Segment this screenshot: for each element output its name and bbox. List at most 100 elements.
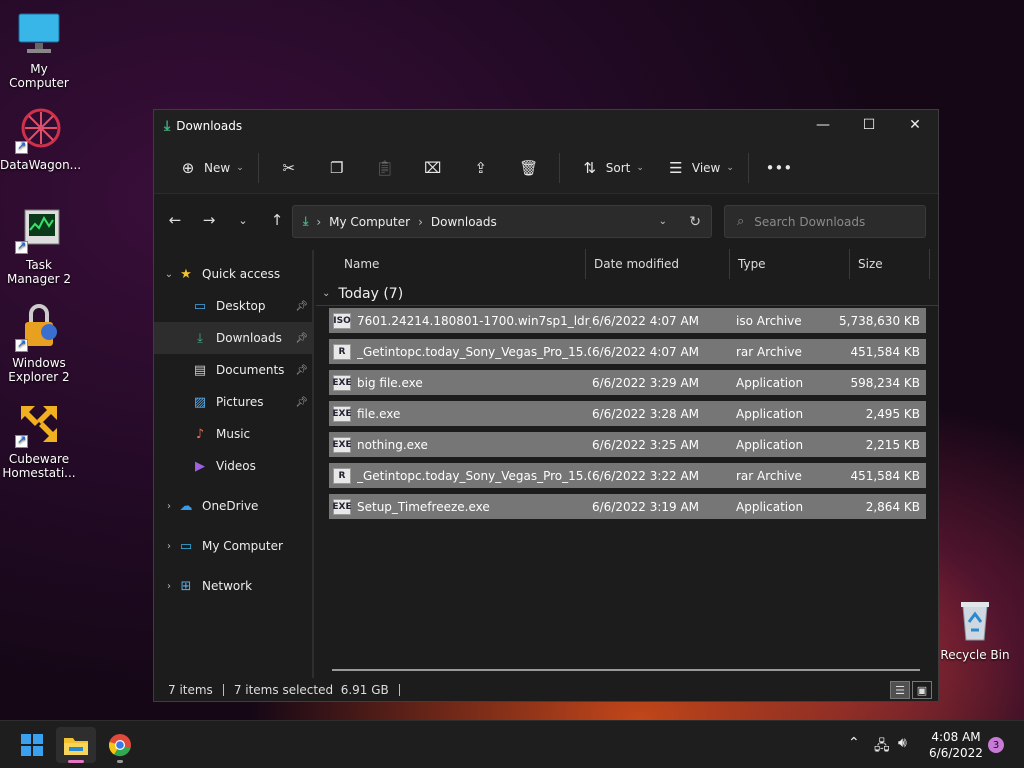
sort-button[interactable]: ⇅ Sort ⌄: [566, 151, 652, 185]
chevron-right-icon[interactable]: ›: [162, 541, 176, 552]
rename-button[interactable]: ⌧: [409, 151, 457, 185]
rename-icon: ⌧: [424, 158, 442, 177]
details-view-icon[interactable]: ☰: [890, 681, 910, 699]
navigation-pane: ⌄ ★ Quick access ▭ Desktop 📌︎ ⤓ Download…: [154, 258, 314, 678]
sidebar-item-videos[interactable]: ▶ Videos: [154, 450, 314, 482]
share-button[interactable]: ⇪: [457, 151, 505, 185]
view-button[interactable]: ☰ View ⌄: [652, 151, 742, 185]
sidebar-item-network[interactable]: › ⊞ Network: [154, 570, 314, 602]
file-name: _Getintopc.today_Sony_Vegas_Pro_15.0.0 .…: [357, 344, 591, 359]
file-row[interactable]: ISO 7601.24214.180801-1700.win7sp1_ldr_e…: [329, 308, 926, 333]
separator: [222, 684, 224, 696]
pin-icon[interactable]: 📌︎: [295, 333, 308, 344]
pin-icon[interactable]: 📌︎: [295, 397, 308, 408]
volume-icon[interactable]: 🔊︎: [898, 735, 907, 751]
sidebar-item-music[interactable]: ♪ Music: [154, 418, 314, 450]
file-row[interactable]: R _Getintopc.today_Sony_Vegas_Pro_15.0.0…: [329, 339, 926, 364]
shortcut-arrow-icon: [15, 433, 28, 448]
more-options-button[interactable]: •••: [755, 151, 803, 185]
sidebar-item-documents[interactable]: ▤ Documents 📌︎: [154, 354, 314, 386]
sidebar-item-onedrive[interactable]: › ☁ OneDrive: [154, 490, 314, 522]
selection-info: 7 items selected 6.91 GB: [233, 683, 389, 697]
file-row[interactable]: EXE big file.exe 6/6/2022 3:29 AM Applic…: [329, 370, 926, 395]
share-icon: ⇪: [474, 158, 488, 177]
start-button[interactable]: [12, 727, 52, 763]
taskbar-file-explorer[interactable]: [56, 727, 96, 763]
taskbar-chrome[interactable]: [100, 727, 140, 763]
cut-button[interactable]: ✂: [265, 151, 313, 185]
chevron-up-icon[interactable]: ⌃: [848, 735, 860, 751]
back-arrow-icon[interactable]: ←: [158, 211, 192, 229]
pin-icon[interactable]: 📌︎: [295, 301, 308, 312]
download-icon: ⤓: [303, 214, 309, 228]
sidebar-item-label: Videos: [216, 459, 256, 473]
network-tray-icon[interactable]: 🖧︎: [874, 735, 890, 759]
sort-icon: ⇅: [583, 158, 597, 177]
up-arrow-icon[interactable]: ↑: [260, 211, 294, 229]
clock[interactable]: 4:08 AM 6/6/2022: [924, 729, 988, 761]
view-list-icon: ☰: [669, 158, 683, 177]
tiles-view-icon[interactable]: ▣: [912, 681, 932, 699]
column-header-name[interactable]: Name: [316, 249, 586, 279]
desktop-icon-task-manager[interactable]: Task Manager 2: [0, 206, 78, 286]
breadcrumb-downloads[interactable]: Downloads: [431, 215, 497, 229]
sort-label: Sort: [605, 160, 631, 175]
chevron-down-icon[interactable]: ⌄: [659, 216, 667, 227]
pin-icon[interactable]: 📌︎: [295, 365, 308, 376]
chevron-down-icon[interactable]: ⌄: [322, 288, 330, 299]
file-row[interactable]: R _Getintopc.today_Sony_Vegas_Pro_15.0.0…: [329, 463, 926, 488]
minimize-button[interactable]: —: [800, 110, 846, 140]
sidebar-item-desktop[interactable]: ▭ Desktop 📌︎: [154, 290, 314, 322]
file-type: Application: [736, 375, 804, 390]
file-row[interactable]: EXE Setup_Timefreeze.exe 6/6/2022 3:19 A…: [329, 494, 926, 519]
delete-button[interactable]: 🗑︎: [505, 151, 553, 185]
computer-icon: ▭: [179, 538, 193, 554]
file-name: file.exe: [357, 406, 401, 421]
maximize-button[interactable]: ☐: [846, 110, 892, 140]
file-row[interactable]: EXE file.exe 6/6/2022 3:28 AM Applicatio…: [329, 401, 926, 426]
copy-button[interactable]: ❐: [313, 151, 361, 185]
column-header-date[interactable]: Date modified: [586, 249, 730, 279]
music-icon: ♪: [195, 426, 205, 442]
chevron-right-icon[interactable]: ›: [162, 501, 176, 512]
new-button[interactable]: ⊕ New ⌄: [164, 151, 252, 185]
file-type: rar Archive: [736, 468, 802, 483]
file-date: 6/6/2022 3:22 AM: [592, 468, 700, 483]
forward-arrow-icon[interactable]: →: [192, 211, 226, 229]
desktop-icon-datawagon[interactable]: DataWagon...: [0, 106, 82, 172]
file-list: ISO 7601.24214.180801-1700.win7sp1_ldr_e…: [329, 308, 926, 525]
column-header-size[interactable]: Size: [850, 249, 930, 279]
recent-chevron-icon[interactable]: ⌄: [226, 214, 260, 227]
task-manager-icon: [15, 206, 63, 254]
desktop-icon-my-computer[interactable]: My Computer: [0, 10, 78, 90]
title-bar[interactable]: ⤓ Downloads — ☐ ✕: [154, 110, 938, 142]
sidebar-item-downloads[interactable]: ⤓ Downloads 📌︎: [154, 322, 314, 354]
desktop-icon-windows-explorer-2[interactable]: Windows Explorer 2: [0, 304, 78, 384]
desktop-icon-label: Windows Explorer 2: [8, 356, 70, 384]
notification-badge[interactable]: 3: [988, 737, 1004, 753]
new-label: New: [204, 160, 231, 175]
desktop-icon-cubeware[interactable]: Cubeware Homestati...: [0, 400, 78, 480]
search-box[interactable]: ⌕ Search Downloads: [724, 205, 926, 238]
sidebar-item-quick-access[interactable]: ⌄ ★ Quick access: [154, 258, 314, 290]
sidebar-item-pictures[interactable]: ▨ Pictures 📌︎: [154, 386, 314, 418]
desktop-icon-recycle-bin[interactable]: Recycle Bin: [936, 596, 1014, 662]
close-button[interactable]: ✕: [892, 110, 938, 140]
download-icon: ⤓: [164, 118, 171, 134]
refresh-icon[interactable]: ↻: [689, 214, 701, 230]
shortcut-arrow-icon: [15, 337, 28, 352]
sidebar-item-label: Documents: [216, 363, 285, 377]
chevron-right-icon[interactable]: ›: [162, 581, 176, 592]
network-icon: ⊞: [180, 578, 192, 594]
sidebar-item-my-computer[interactable]: › ▭ My Computer: [154, 530, 314, 562]
address-bar[interactable]: ⤓ › My Computer › Downloads ⌄ ↻: [292, 205, 712, 238]
column-header-type[interactable]: Type: [730, 249, 850, 279]
horizontal-scrollbar[interactable]: [332, 669, 920, 671]
group-header-today[interactable]: ⌄ Today (7): [316, 282, 938, 306]
chevron-down-icon[interactable]: ⌄: [162, 269, 176, 280]
desktop-icon-label: DataWagon...: [0, 158, 82, 172]
sidebar-item-label: My Computer: [202, 539, 283, 553]
file-row[interactable]: EXE nothing.exe 6/6/2022 3:25 AM Applica…: [329, 432, 926, 457]
breadcrumb-my-computer[interactable]: My Computer: [329, 215, 410, 229]
paste-button[interactable]: 📋︎: [361, 151, 409, 185]
